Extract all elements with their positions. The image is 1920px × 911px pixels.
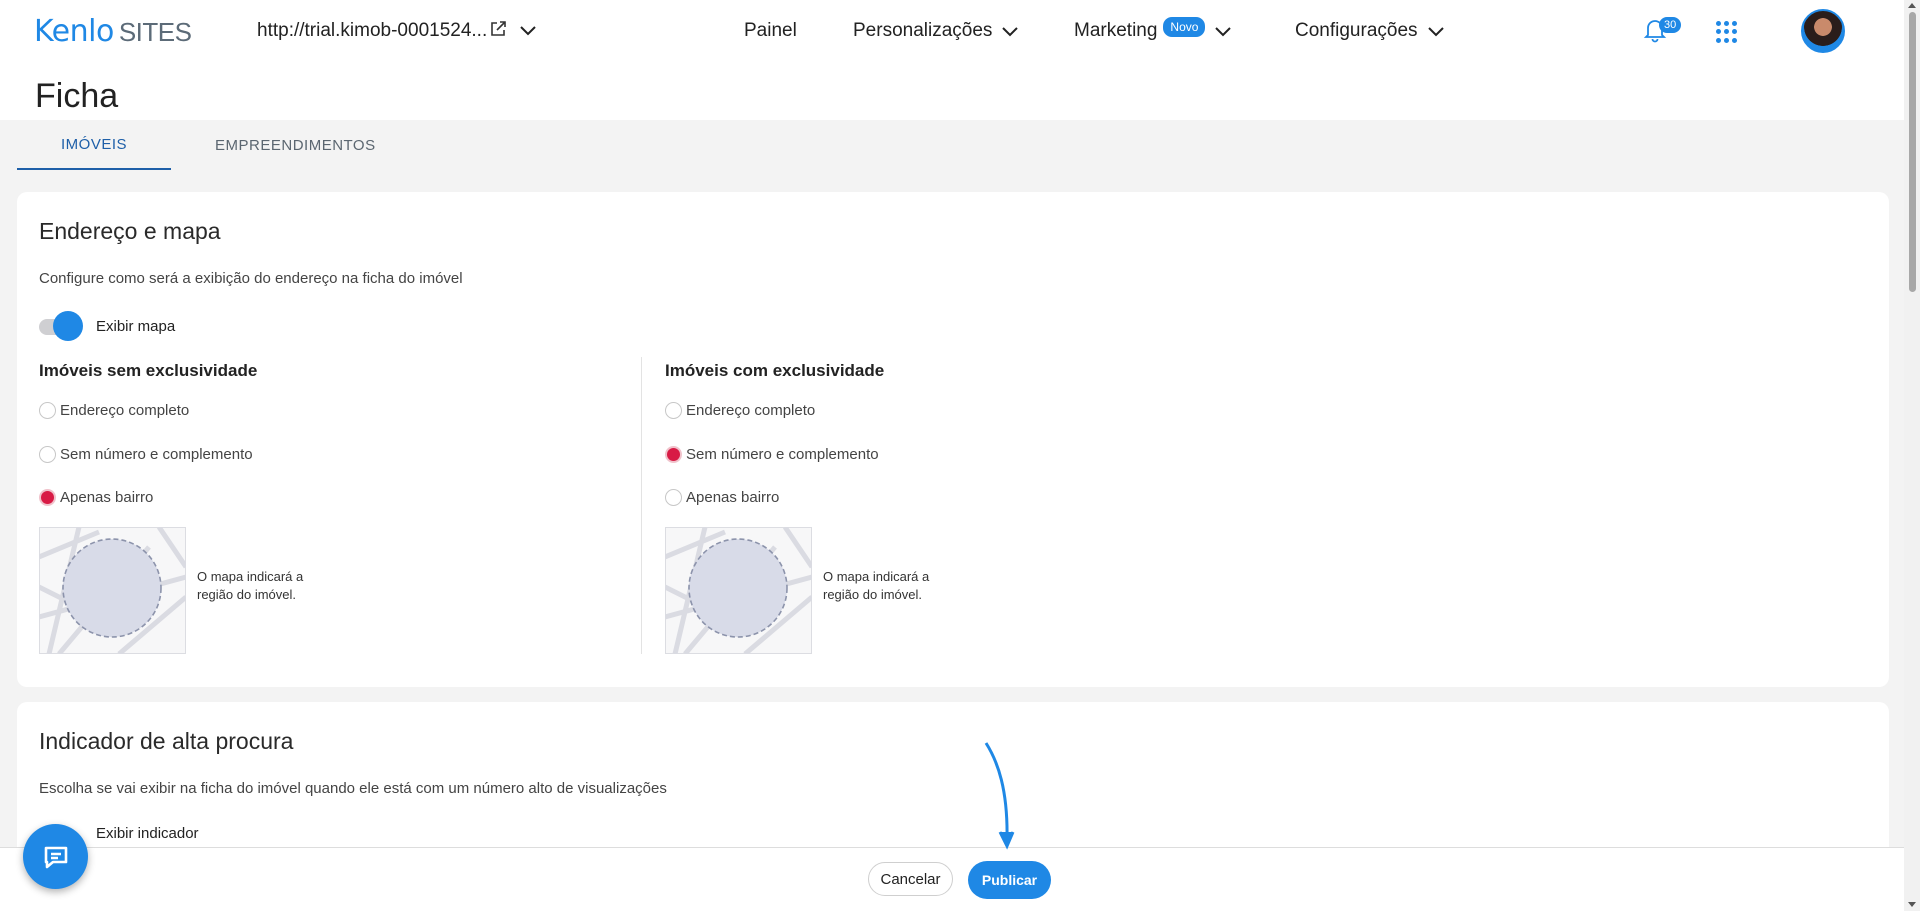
column-heading-non-exclusive: Imóveis sem exclusividade (39, 361, 258, 380)
scroll-up-arrow-icon[interactable] (1908, 3, 1916, 8)
publish-button[interactable]: Publicar (968, 861, 1051, 899)
kenlo-sites-logo[interactable]: Kenlo SITES (34, 14, 192, 49)
tab-bar: IMÓVEIS EMPREENDIMENTOS (17, 120, 420, 170)
show-map-label: Exibir mapa (96, 318, 176, 335)
card-title: Endereço e mapa (39, 218, 221, 244)
chevron-down-icon (1215, 27, 1232, 37)
show-indicator-label: Exibir indicador (96, 825, 199, 842)
show-map-toggle[interactable] (39, 311, 85, 341)
chevron-down-icon (1002, 27, 1019, 37)
card-description: Configure como será a exibição do endere… (39, 270, 463, 287)
address-map-card: Endereço e mapa Configure como será a ex… (17, 192, 1889, 687)
action-bar: Cancelar Publicar (0, 847, 1904, 911)
card-title: Indicador de alta procura (39, 728, 294, 754)
radio-button-selected[interactable] (39, 489, 56, 506)
external-link-icon[interactable] (489, 20, 507, 38)
page-title: Ficha (35, 77, 119, 115)
radio-button[interactable] (39, 402, 56, 419)
pointer-arrow-icon (984, 742, 1015, 850)
chat-button[interactable] (23, 824, 88, 889)
radio-non-exclusive-full-address[interactable]: Endereço completo (39, 402, 189, 419)
nav-configuracoes[interactable]: Configurações (1295, 20, 1446, 42)
site-url-link[interactable]: http://trial.kimob-0001524... (257, 20, 487, 42)
title-band (0, 63, 1904, 120)
chevron-down-icon (1427, 27, 1444, 37)
scroll-down-arrow-icon[interactable] (1908, 902, 1916, 907)
map-note: O mapa indicará a região do imóvel. (823, 569, 930, 602)
radio-exclusive-no-number[interactable]: Sem número e complemento (665, 446, 879, 463)
cancel-button[interactable]: Cancelar (868, 862, 953, 896)
new-badge: Novo (1163, 17, 1206, 37)
nav-personalizacoes[interactable]: Personalizações (853, 20, 1020, 42)
top-navigation: Kenlo SITES http://trial.kimob-0001524...… (0, 0, 1904, 63)
map-region-preview-icon (665, 527, 812, 654)
apps-grid-icon[interactable] (1716, 21, 1738, 43)
radio-button[interactable] (39, 446, 56, 463)
user-avatar[interactable] (1801, 9, 1845, 53)
tab-empreendimentos[interactable]: EMPREENDIMENTOS (171, 120, 420, 170)
page-scrollbar[interactable] (1904, 0, 1920, 911)
nav-painel[interactable]: Painel (744, 20, 797, 42)
card-description: Escolha se vai exibir na ficha do imóvel… (39, 780, 667, 797)
tab-imoveis[interactable]: IMÓVEIS (17, 120, 172, 170)
url-dropdown-chevron-icon[interactable] (518, 20, 538, 40)
column-heading-exclusive: Imóveis com exclusividade (665, 361, 885, 380)
radio-exclusive-full-address[interactable]: Endereço completo (665, 402, 815, 419)
scrollbar-thumb[interactable] (1909, 12, 1916, 292)
radio-button[interactable] (665, 489, 682, 506)
column-divider (641, 357, 642, 654)
radio-exclusive-neighborhood[interactable]: Apenas bairro (665, 489, 779, 506)
notification-count-badge: 30 (1659, 17, 1682, 33)
radio-button[interactable] (665, 402, 682, 419)
map-region-preview-icon (39, 527, 186, 654)
radio-non-exclusive-no-number[interactable]: Sem número e complemento (39, 446, 253, 463)
radio-button-selected[interactable] (665, 446, 682, 463)
map-note: O mapa indicará a região do imóvel. (197, 569, 304, 602)
radio-non-exclusive-neighborhood[interactable]: Apenas bairro (39, 489, 153, 506)
nav-marketing[interactable]: Marketing Novo (1074, 17, 1233, 42)
chat-icon (44, 846, 67, 868)
